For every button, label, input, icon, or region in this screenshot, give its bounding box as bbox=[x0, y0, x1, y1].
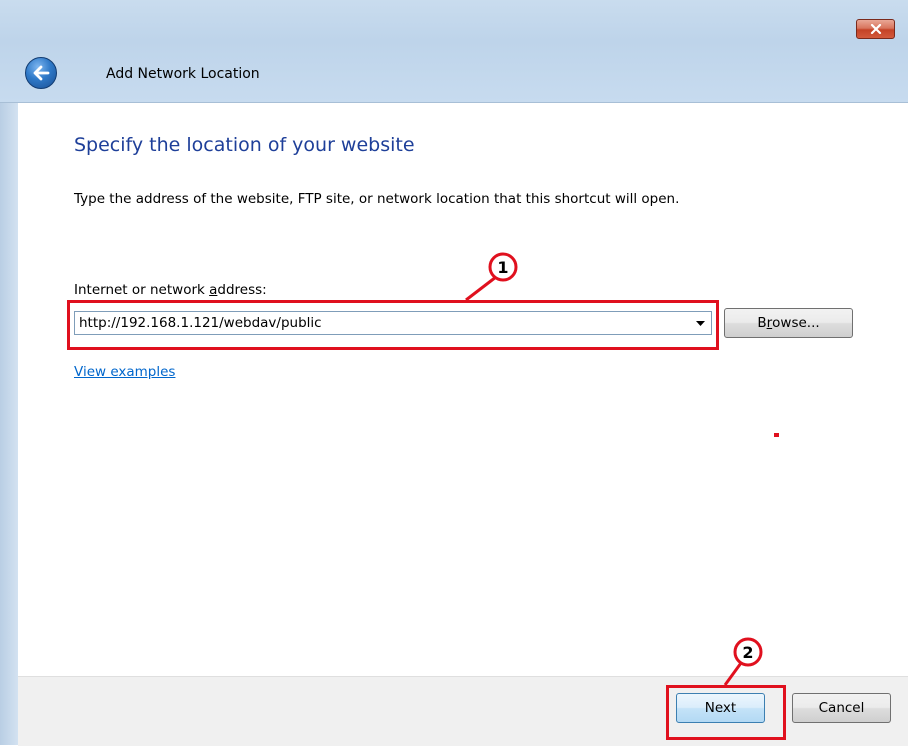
wizard-content: Specify the location of your website Typ… bbox=[18, 103, 908, 676]
dialog-title: Add Network Location bbox=[106, 66, 260, 82]
close-button[interactable] bbox=[856, 19, 895, 39]
browse-label: B bbox=[757, 315, 767, 331]
browse-button[interactable]: Br owse... bbox=[724, 308, 853, 338]
address-label: Internet or network address: bbox=[74, 282, 267, 298]
page-description: Type the address of the website, FTP sit… bbox=[74, 191, 680, 207]
next-button[interactable]: Next bbox=[676, 693, 765, 723]
dropdown-button[interactable] bbox=[689, 312, 711, 334]
address-label-text-end: ddress: bbox=[217, 282, 267, 298]
address-combobox[interactable] bbox=[74, 311, 712, 335]
annotation-dot bbox=[774, 433, 779, 437]
cancel-button[interactable]: Cancel bbox=[792, 693, 891, 723]
view-examples-link[interactable]: View examples bbox=[74, 364, 175, 380]
title-bar: Add Network Location bbox=[0, 0, 908, 103]
back-arrow-icon bbox=[33, 65, 50, 81]
browse-label-end: owse... bbox=[772, 315, 820, 331]
page-heading: Specify the location of your website bbox=[74, 134, 415, 156]
address-label-text: Internet or network bbox=[74, 282, 210, 298]
address-input[interactable] bbox=[75, 312, 695, 334]
window-left-edge bbox=[0, 103, 18, 745]
wizard-footer: Next Cancel bbox=[18, 676, 908, 746]
close-icon bbox=[870, 24, 881, 34]
chevron-down-icon bbox=[695, 320, 705, 326]
back-button[interactable] bbox=[25, 57, 57, 89]
